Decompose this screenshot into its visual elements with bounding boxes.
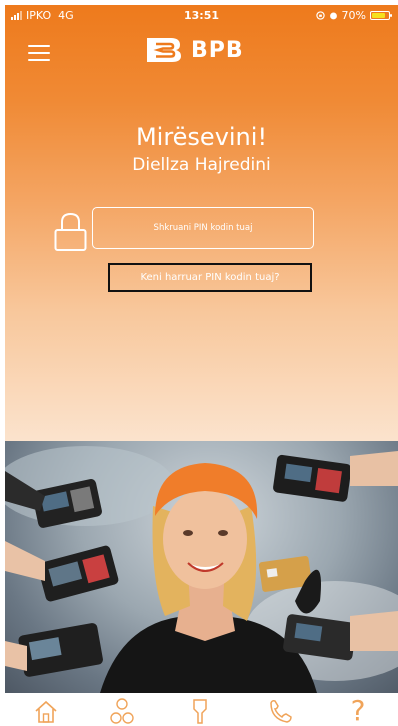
- nav-locations[interactable]: [180, 696, 220, 726]
- alarm-icon: [329, 12, 337, 20]
- user-name: Diellza Hajredini: [132, 155, 271, 175]
- battery-icon: [370, 11, 392, 20]
- forgot-pin-link[interactable]: Keni harruar PIN kodin tuaj?: [108, 263, 312, 292]
- nav-help[interactable]: ?: [338, 696, 378, 726]
- welcome-title: Mirësevini!: [135, 123, 268, 151]
- hero-illustration: [5, 446, 398, 693]
- bpb-logo-mark-icon: [147, 38, 181, 62]
- status-right: 70%: [315, 9, 392, 22]
- lock-icon: [54, 212, 87, 251]
- currency-exchange-icon: [110, 698, 134, 724]
- help-icon: ?: [350, 694, 366, 726]
- hamburger-menu-icon[interactable]: [28, 45, 50, 61]
- pin-input[interactable]: Shkruani PIN kodin tuaj: [92, 207, 314, 249]
- nav-home[interactable]: [26, 696, 66, 726]
- home-icon: [35, 700, 57, 723]
- nav-contact[interactable]: [260, 696, 300, 726]
- logo-text: BPB: [191, 37, 244, 63]
- app-screen: IPKO 4G 13:51 70% BPB Mirësevini! Diellz…: [0, 0, 398, 726]
- rotation-lock-icon: [315, 11, 325, 20]
- status-bar: IPKO 4G 13:51 70%: [5, 5, 398, 27]
- battery-percent: 70%: [341, 9, 366, 22]
- hero-banner-image: [5, 441, 398, 693]
- phone-icon: [270, 700, 292, 723]
- login-panel: IPKO 4G 13:51 70% BPB Mirësevini! Diellz…: [5, 5, 398, 441]
- bottom-nav: ?: [0, 693, 398, 726]
- location-pin-icon: [193, 699, 207, 724]
- bpb-logo: BPB: [145, 35, 244, 65]
- nav-exchange[interactable]: [102, 696, 142, 726]
